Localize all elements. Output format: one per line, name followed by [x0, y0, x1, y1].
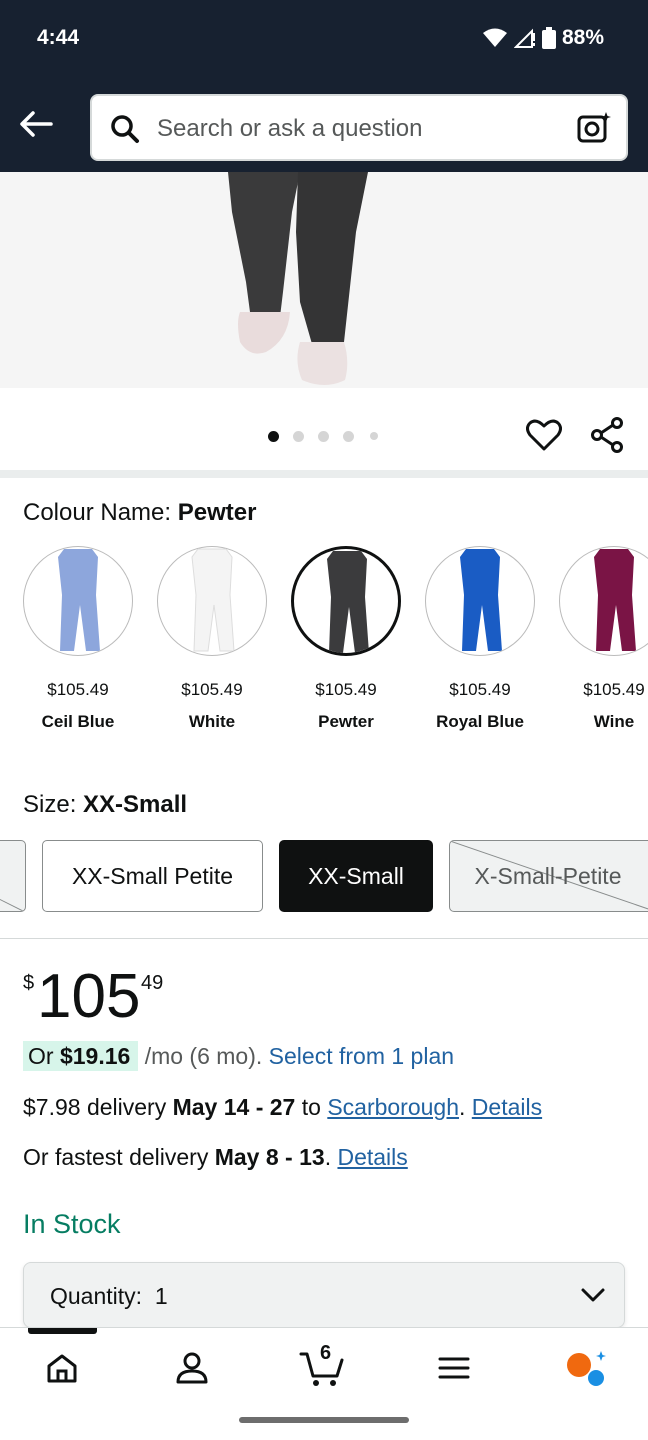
swatch-name: Royal Blue	[436, 712, 524, 731]
quantity-text: Quantity: 1	[50, 1283, 168, 1310]
colour-swatch-white[interactable]: $105.49 White	[157, 546, 269, 731]
price-symbol: $	[23, 972, 35, 994]
battery-level: 88%	[561, 26, 604, 49]
header: Search or ask a question	[0, 80, 648, 172]
swatch-price: $105.49	[449, 680, 511, 699]
search-input[interactable]: Search or ask a question	[90, 94, 628, 161]
fastest-details-link[interactable]: Details	[337, 1144, 407, 1170]
quantity-label: Quantity:	[50, 1283, 143, 1309]
fastest-dates: May 8 - 13	[214, 1144, 325, 1170]
nav-account[interactable]	[162, 1346, 222, 1390]
colour-swatch-pewter[interactable]: $105.49 Pewter	[291, 546, 403, 731]
quantity-select[interactable]: Quantity: 1	[23, 1262, 625, 1328]
share-icon[interactable]	[590, 417, 626, 453]
colour-swatch-ceil-blue[interactable]: $105.49 Ceil Blue	[23, 546, 135, 731]
size-selected: XX-Small	[83, 791, 188, 818]
colour-swatch-wine[interactable]: $105.49 Wine	[559, 546, 648, 731]
heart-icon[interactable]	[526, 418, 562, 452]
nav-rufus[interactable]	[556, 1346, 616, 1390]
status-bar: 4:44 88%	[0, 0, 648, 80]
carousel-controls	[0, 388, 648, 472]
swatch-image	[157, 546, 267, 656]
battery-icon	[541, 27, 556, 49]
size-option-x-small-petite[interactable]: X-Small-Petite	[449, 840, 648, 912]
delivery-fastest: Or fastest delivery May 8 - 13. Details	[23, 1144, 408, 1170]
size-option-xx-small[interactable]: XX-Small	[279, 840, 433, 912]
cart-count: 6	[320, 1342, 332, 1364]
plan-highlight: Or $19.16	[23, 1041, 139, 1071]
swatch-image	[425, 546, 535, 656]
chevron-down-icon	[581, 1288, 605, 1302]
select-plan-link[interactable]: Select from 1 plan	[269, 1043, 454, 1069]
user-icon	[176, 1352, 208, 1384]
swatch-price: $105.49	[315, 680, 377, 699]
bottom-nav: 6	[0, 1327, 648, 1440]
nav-active-indicator	[28, 1328, 97, 1334]
size-option-xx-small-petite[interactable]: XX-Small Petite	[42, 840, 263, 912]
swatch-image	[23, 546, 133, 656]
nav-cart[interactable]: 6	[292, 1342, 352, 1390]
delivery-details-link[interactable]: Details	[472, 1094, 542, 1120]
swatch-name: Pewter	[318, 712, 374, 731]
rufus-ai-icon	[567, 1351, 606, 1386]
product-image[interactable]	[0, 172, 648, 388]
carousel-dot[interactable]	[343, 431, 354, 442]
home-icon	[47, 1354, 77, 1383]
swatch-name: Wine	[593, 712, 635, 731]
swatch-image	[559, 546, 648, 656]
divider	[0, 938, 648, 939]
swatch-name: Ceil Blue	[41, 712, 115, 731]
price-fraction: 49	[141, 972, 164, 994]
swatch-price: $105.49	[181, 680, 243, 699]
nav-menu[interactable]	[424, 1346, 484, 1390]
quantity-value: 1	[154, 1283, 168, 1309]
carousel-dot[interactable]	[370, 432, 378, 440]
payment-plan: Or $19.16 /mo (6 mo). Select from 1 plan	[23, 1041, 454, 1071]
search-icon	[111, 115, 139, 143]
delivery-prefix: $7.98 delivery	[23, 1094, 173, 1120]
stock-status: In Stock	[23, 1209, 121, 1239]
plan-amount: $19.16	[59, 1043, 131, 1069]
swatch-image	[291, 546, 401, 656]
colour-swatch-royal-blue[interactable]: $105.49 Royal Blue	[425, 546, 537, 731]
carousel-dot[interactable]	[293, 431, 304, 442]
delivery-standard: $7.98 delivery May 14 - 27 to Scarboroug…	[23, 1094, 543, 1120]
signal-icon	[513, 28, 535, 48]
status-time: 4:44	[37, 26, 80, 49]
back-button[interactable]	[16, 104, 56, 144]
search-placeholder: Search or ask a question	[157, 115, 423, 142]
price-whole: 105	[37, 962, 141, 1031]
product-photo	[228, 172, 368, 385]
nav-home[interactable]	[32, 1346, 92, 1390]
delivery-to: to	[295, 1094, 328, 1120]
carousel-dot[interactable]	[318, 431, 329, 442]
swatch-price: $105.49	[583, 680, 645, 699]
colour-label: Colour Name: Pewter	[23, 499, 256, 527]
plan-suffix: /mo (6 mo).	[138, 1043, 269, 1069]
status-icons: 88%	[482, 26, 604, 50]
back-arrow-icon	[20, 111, 53, 137]
colour-label-prefix: Colour Name:	[23, 499, 178, 526]
size-option-label: XX-Small	[308, 862, 404, 889]
colour-selected: Pewter	[177, 499, 257, 526]
size-option-hidden[interactable]	[0, 840, 26, 912]
size-label: Size: XX-Small	[23, 791, 187, 819]
carousel-dot[interactable]	[268, 431, 279, 442]
size-option-label: X-Small-Petite	[474, 862, 622, 889]
plan-prefix: Or	[28, 1043, 60, 1069]
camera-search-icon[interactable]	[576, 110, 612, 146]
size-label-prefix: Size:	[23, 791, 84, 818]
delivery-dates: May 14 - 27	[172, 1094, 296, 1120]
gesture-bar	[239, 1417, 409, 1423]
swatch-price: $105.49	[47, 680, 109, 699]
size-option-label: XX-Small Petite	[71, 862, 234, 889]
section-divider	[0, 470, 648, 478]
menu-icon	[438, 1357, 470, 1379]
delivery-location-link[interactable]: Scarborough	[327, 1094, 459, 1120]
wifi-icon	[482, 28, 507, 47]
fastest-prefix: Or fastest delivery	[23, 1144, 215, 1170]
swatch-name: White	[188, 712, 236, 731]
